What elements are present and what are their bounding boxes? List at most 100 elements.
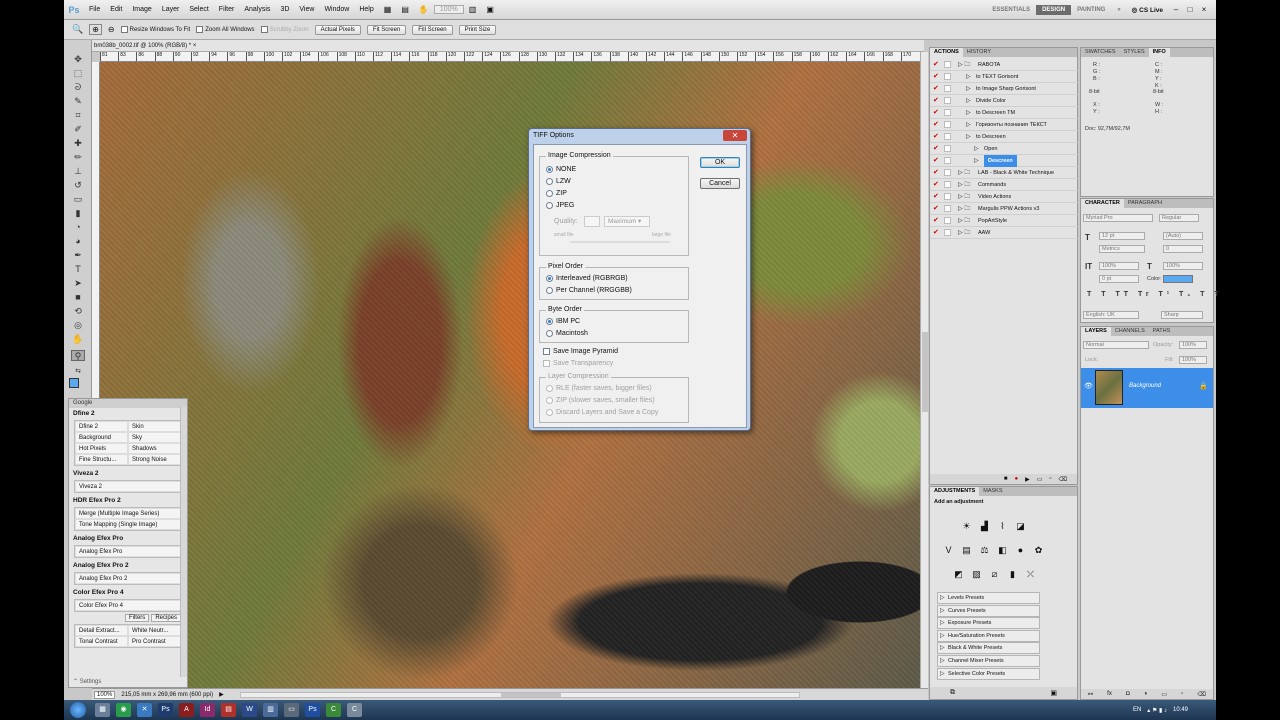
posterize-icon[interactable]: ▨	[970, 568, 983, 580]
history-brush-tool-icon[interactable]: ↺	[71, 180, 85, 191]
google-filter-button[interactable]: Fine Structu...	[75, 454, 128, 465]
lasso-tool-icon[interactable]: ᘐ	[71, 82, 85, 93]
expand-triangle-icon[interactable]: ▷	[966, 83, 971, 95]
levels-icon[interactable]: ▟	[978, 520, 991, 532]
adjustment-preset-row[interactable]: Curves Presets	[937, 604, 1040, 617]
fill-field[interactable]: 100%	[1179, 356, 1207, 364]
tray-clock[interactable]: 10:49	[1173, 707, 1188, 713]
action-row[interactable]: ✔ ▷ 🗀 PopArtStyle	[930, 215, 1078, 227]
zoom-all-checkbox[interactable]: Zoom All Windows	[196, 25, 255, 33]
taskbar-photoshop-icon[interactable]: Ps	[158, 703, 173, 717]
taskbar-app-icon[interactable]: ✕	[137, 703, 152, 717]
swap-colors-icon[interactable]: ⇆	[71, 366, 85, 377]
layer-mask-icon[interactable]: ◘	[1126, 691, 1130, 697]
adjustment-preset-row[interactable]: Channel Mixer Presets	[937, 655, 1040, 667]
new-group-icon[interactable]: ▭	[1161, 691, 1167, 698]
expand-triangle-icon[interactable]: ▷	[966, 107, 971, 119]
action-dialog-toggle[interactable]	[944, 97, 951, 104]
record-icon[interactable]: ●	[1014, 476, 1018, 482]
tab-paragraph[interactable]: PARAGRAPH	[1124, 199, 1166, 208]
ibm-pc-radio[interactable]: IBM PC	[546, 318, 580, 325]
cs-live-button[interactable]: ◎ CS Live	[1127, 6, 1168, 14]
bridge-icon[interactable]: ▦	[379, 5, 397, 14]
zoom-in-icon[interactable]: ⊕	[89, 24, 102, 35]
delete-layer-icon[interactable]: ⌫	[1197, 691, 1205, 698]
action-row[interactable]: ✔ ▷ 🗀 Margulis PPW Actions v3	[930, 203, 1078, 215]
status-menu-icon[interactable]: ▶	[219, 691, 224, 698]
zoom-out-icon[interactable]: ⊖	[108, 25, 115, 34]
eraser-tool-icon[interactable]: ▭	[71, 194, 85, 205]
compression-jpeg-radio[interactable]: JPEG	[546, 202, 574, 209]
print-size-button[interactable]: Print Size	[458, 24, 497, 35]
google-panel-scrollbar[interactable]	[180, 407, 187, 677]
3d-rotate-tool-icon[interactable]: ⟲	[71, 306, 85, 317]
horizontal-ruler[interactable]: 81 83 86 88 90 92 94 96 98 100 102 104 106 108 110 112 1…	[100, 52, 920, 62]
scrubby-zoom-checkbox[interactable]: Scrubby Zoom	[260, 25, 309, 33]
google-filter-button[interactable]: Shadows	[128, 443, 181, 454]
3d-orbit-tool-icon[interactable]: ◎	[71, 320, 85, 331]
discard-layers-radio[interactable]: Discard Layers and Save a Copy	[546, 409, 658, 416]
action-check-icon[interactable]: ✔	[933, 97, 940, 104]
taskbar-word-icon[interactable]: W	[242, 703, 257, 717]
save-transparency-checkbox[interactable]: Save Transparency	[543, 360, 613, 367]
action-dialog-toggle[interactable]	[944, 73, 951, 80]
action-row[interactable]: ✔ ▷ to Image Sharp Gorisont	[930, 83, 1078, 95]
workspace-painting[interactable]: PAINTING	[1071, 5, 1111, 15]
path-selection-tool-icon[interactable]: ➤	[71, 278, 85, 289]
menu-layer[interactable]: Layer	[157, 6, 185, 13]
workspace-design[interactable]: DESIGN	[1036, 4, 1072, 15]
action-row[interactable]: ✔ ▷ to Descreen	[930, 131, 1078, 143]
expand-triangle-icon[interactable]: ▷	[966, 95, 971, 107]
filters-tab[interactable]: Filters	[124, 614, 150, 622]
action-dialog-toggle[interactable]	[944, 109, 951, 116]
action-row[interactable]: ✔ ▷ Горизонты познания ТЕКСТ	[930, 119, 1078, 131]
zoom-level-select[interactable]: 100%	[433, 5, 464, 14]
quality-slider[interactable]	[570, 241, 670, 243]
action-check-icon[interactable]: ✔	[933, 157, 940, 164]
google-filter-button[interactable]: Viveza 2	[75, 481, 181, 492]
taskbar-ps-active-icon[interactable]: Ps	[305, 703, 320, 717]
selective-color-icon[interactable]: ⤫	[1024, 568, 1037, 580]
action-row[interactable]: ✔ ▷ 🗀 Commands	[930, 179, 1078, 191]
dodge-tool-icon[interactable]: ◕	[71, 236, 85, 247]
pro-contrast-button[interactable]: Pro Contrast	[128, 636, 181, 647]
rle-radio[interactable]: RLE (faster saves, bigger files)	[546, 385, 652, 392]
taskbar-network-icon[interactable]: ▥	[263, 703, 278, 717]
action-check-icon[interactable]: ✔	[933, 61, 940, 68]
macintosh-radio[interactable]: Macintosh	[546, 330, 588, 337]
hand-icon[interactable]: ✋	[414, 5, 434, 14]
taskbar-green-app-icon[interactable]: C	[326, 703, 341, 717]
document-close-icon[interactable]: ×	[193, 43, 197, 49]
curves-icon[interactable]: ⌇	[996, 520, 1009, 532]
action-dialog-toggle[interactable]	[944, 169, 951, 176]
tab-layers[interactable]: LAYERS	[1081, 327, 1111, 336]
hue-saturation-icon[interactable]: ▤	[960, 544, 973, 556]
compression-none-radio[interactable]: NONE	[546, 166, 576, 173]
action-dialog-toggle[interactable]	[944, 217, 951, 224]
taskbar-c-app-icon[interactable]: C	[347, 703, 362, 717]
ok-button[interactable]: OK	[700, 157, 740, 168]
detail-extractor-button[interactable]: Detail Extract...	[75, 625, 128, 636]
layer-visibility-icon[interactable]: 👁	[1084, 382, 1093, 390]
action-row[interactable]: ✔ ▷ Descreen	[930, 155, 1078, 167]
action-dialog-toggle[interactable]	[944, 205, 951, 212]
move-tool-icon[interactable]: ✥	[71, 54, 85, 65]
google-filter-button[interactable]: Analog Efex Pro 2	[75, 573, 181, 584]
google-filter-button[interactable]: Skin	[128, 421, 181, 432]
action-dialog-toggle[interactable]	[944, 157, 951, 164]
anti-alias-select[interactable]: Sharp	[1161, 311, 1203, 319]
type-tool-icon[interactable]: T	[71, 264, 85, 275]
hand-tool-icon[interactable]: ✋	[71, 334, 85, 345]
threshold-icon[interactable]: ⧄	[988, 568, 1001, 580]
maximize-icon[interactable]: □	[1184, 5, 1196, 15]
action-check-icon[interactable]: ✔	[933, 133, 940, 140]
expand-triangle-icon[interactable]: ▷	[974, 155, 979, 167]
action-dialog-toggle[interactable]	[944, 133, 951, 140]
horizontal-scrollbar[interactable]	[239, 691, 800, 698]
layer-row-background[interactable]: 👁 Background 🔒	[1081, 368, 1213, 408]
taskbar-chrome-icon[interactable]: ◉	[116, 703, 131, 717]
action-dialog-toggle[interactable]	[944, 121, 951, 128]
tab-adjustments[interactable]: ADJUSTMENTS	[930, 487, 980, 496]
adjustment-preset-row[interactable]: Black & White Presets	[937, 642, 1040, 655]
google-filter-button[interactable]: Hot Pixels	[75, 443, 128, 454]
